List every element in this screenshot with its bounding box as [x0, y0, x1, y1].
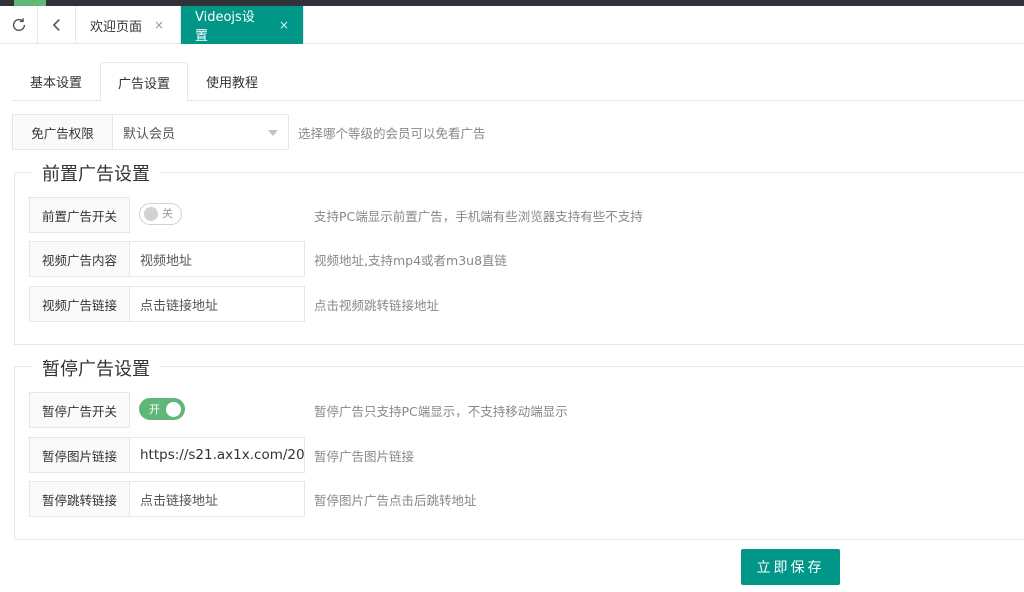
pre-ad-legend: 前置广告设置: [32, 160, 160, 186]
ad-free-label: 免广告权限: [12, 114, 113, 150]
pause-jump-link-label: 暂停跳转链接: [29, 481, 130, 517]
toggle-knob: [166, 402, 181, 417]
pause-image-link-hint: 暂停广告图片链接: [314, 448, 415, 464]
pause-jump-link-input[interactable]: 点击链接地址: [130, 481, 305, 517]
refresh-icon: [12, 18, 25, 32]
tab-usage-tutorial[interactable]: 使用教程: [188, 62, 276, 101]
save-button[interactable]: 立即保存: [741, 549, 840, 585]
pause-image-link-input[interactable]: https://s21.ax1x.com/2025: [130, 437, 305, 473]
toggle-state-text: 开: [149, 403, 160, 416]
tab-welcome[interactable]: 欢迎页面 ×: [76, 6, 181, 44]
video-ad-content-hint: 视频地址,支持mp4或者m3u8直链: [314, 252, 508, 268]
tab-ad-settings[interactable]: 广告设置: [100, 62, 188, 102]
tab-label: 欢迎页面: [90, 19, 143, 35]
video-ad-link-hint: 点击视频跳转链接地址: [314, 297, 440, 313]
settings-tabs: 基本设置 广告设置 使用教程: [12, 62, 1024, 102]
tab-label: Videojs设置: [195, 10, 255, 44]
member-level-value: 默认会员: [123, 126, 176, 142]
tab-videojs-settings[interactable]: Videojs设置 ×: [181, 6, 304, 44]
pause-ad-toggle[interactable]: 开: [139, 398, 185, 420]
pause-ad-switch-label: 暂停广告开关: [29, 392, 130, 428]
tab-basic-settings[interactable]: 基本设置: [12, 62, 100, 101]
member-level-select[interactable]: 默认会员: [113, 114, 289, 150]
close-icon[interactable]: ×: [279, 18, 289, 32]
ad-free-hint: 选择哪个等级的会员可以免看广告: [298, 125, 486, 141]
close-icon[interactable]: ×: [154, 18, 164, 32]
chevron-left-icon: [52, 19, 60, 31]
pause-ad-legend: 暂停广告设置: [32, 355, 160, 381]
video-ad-link-input[interactable]: 点击链接地址: [130, 286, 305, 322]
page-tab-strip: 欢迎页面 × Videojs设置 ×: [0, 6, 1024, 44]
video-ad-link-label: 视频广告链接: [29, 286, 130, 322]
pre-ad-switch-label: 前置广告开关: [29, 197, 130, 233]
pause-image-link-label: 暂停图片链接: [29, 437, 130, 473]
video-ad-content-label: 视频广告内容: [29, 241, 130, 277]
back-button[interactable]: [38, 6, 76, 44]
video-ad-content-input[interactable]: 视频地址: [130, 241, 305, 277]
caret-down-icon: [268, 130, 278, 136]
pre-ad-switch-hint: 支持PC端显示前置广告，手机端有些浏览器支持有些不支持: [314, 208, 643, 224]
pause-ad-switch-hint: 暂停广告只支持PC端显示，不支持移动端显示: [314, 403, 568, 419]
pre-ad-toggle[interactable]: 关: [139, 203, 182, 225]
pause-jump-link-hint: 暂停图片广告点击后跳转地址: [314, 492, 477, 508]
toggle-state-text: 关: [162, 207, 173, 220]
toggle-knob: [144, 207, 158, 221]
refresh-button[interactable]: [0, 6, 38, 44]
